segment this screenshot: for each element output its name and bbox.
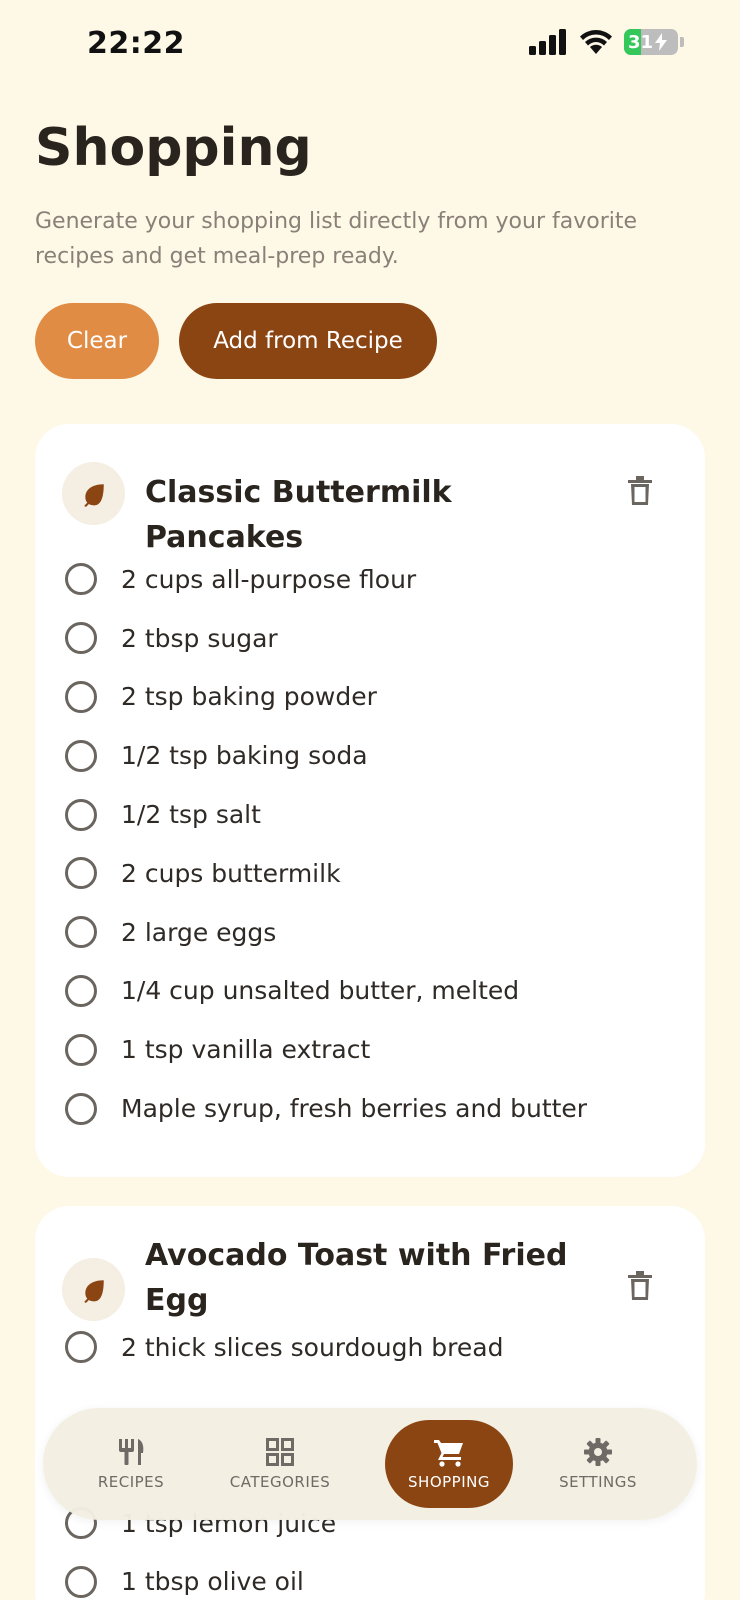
leaf-icon xyxy=(83,483,104,507)
list-item[interactable]: Maple syrup, fresh berries and butter xyxy=(65,1079,685,1138)
list-item[interactable]: 1/2 tsp salt xyxy=(65,785,685,844)
battery-nub xyxy=(680,37,684,47)
item-checkbox[interactable] xyxy=(65,916,97,949)
leaf-badge xyxy=(62,462,125,525)
add-from-recipe-button[interactable]: Add from Recipe xyxy=(179,303,437,379)
recipe-title: Avocado Toast with Fried Egg xyxy=(145,1238,568,1318)
list-item[interactable]: 2 thick slices sourdough bread xyxy=(65,1318,685,1377)
nav-label: SHOPPING xyxy=(408,1473,490,1491)
recipe-card-pancakes: Classic Buttermilk Pancakes 2 cups all-p… xyxy=(35,424,705,1177)
item-checkbox[interactable] xyxy=(65,974,97,1007)
gear-icon xyxy=(584,1438,612,1466)
item-checkbox[interactable] xyxy=(65,739,97,772)
item-checkbox[interactable] xyxy=(65,622,97,655)
item-label: 2 thick slices sourdough bread xyxy=(121,1332,504,1362)
nav-label: RECIPES xyxy=(97,1473,165,1491)
nav-item-categories[interactable]: CATEGORIES xyxy=(225,1420,335,1508)
signal-icon xyxy=(529,29,566,55)
cart-icon xyxy=(434,1440,463,1467)
item-label: 1/4 cup unsalted butter, melted xyxy=(121,976,520,1006)
list-item[interactable]: 2 large eggs xyxy=(65,903,685,962)
recipe-card-avocado-toast: Avocado Toast with Fried Egg 2 thick sli… xyxy=(35,1206,705,1600)
item-label: 2 cups all-purpose flour xyxy=(121,564,417,594)
nav-item-shopping[interactable]: SHOPPING xyxy=(385,1420,513,1508)
nav-label: SETTINGS xyxy=(559,1473,637,1491)
clear-button[interactable]: Clear xyxy=(35,303,159,379)
page-title: Shopping xyxy=(35,118,312,178)
ingredient-list: 2 cups all-purpose flour 2 tbsp sugar 2 … xyxy=(65,550,685,1138)
leaf-icon xyxy=(83,1279,104,1303)
item-label: 2 tbsp sugar xyxy=(121,623,278,653)
item-checkbox[interactable] xyxy=(65,857,97,890)
item-label: 2 large eggs xyxy=(121,917,277,947)
list-item[interactable]: 1/4 cup unsalted butter, melted xyxy=(65,962,685,1021)
fork-knife-icon xyxy=(119,1439,144,1465)
list-item[interactable]: 2 cups buttermilk xyxy=(65,844,685,903)
item-checkbox[interactable] xyxy=(65,1565,97,1598)
page-subtitle: Generate your shopping list directly fro… xyxy=(35,209,638,269)
recipe-title: Classic Buttermilk Pancakes xyxy=(145,475,452,555)
grid-icon xyxy=(266,1438,294,1466)
charging-bolt-icon xyxy=(655,33,668,51)
nav-item-settings[interactable]: SETTINGS xyxy=(548,1420,648,1508)
item-checkbox[interactable] xyxy=(65,680,97,713)
battery-icon: 31 xyxy=(624,29,678,55)
list-item[interactable]: 1 tsp vanilla extract xyxy=(65,1020,685,1079)
item-label: 1 tsp vanilla extract xyxy=(121,1035,371,1065)
list-item[interactable]: 2 tsp baking powder xyxy=(65,668,685,727)
item-checkbox[interactable] xyxy=(65,1092,97,1125)
item-label: 2 cups buttermilk xyxy=(121,858,341,888)
trash-icon[interactable] xyxy=(627,476,653,506)
item-label: 1 tbsp olive oil xyxy=(121,1567,304,1597)
list-item[interactable]: 2 tbsp sugar xyxy=(65,609,685,668)
leaf-badge xyxy=(62,1258,125,1321)
recipe-card-header: Avocado Toast with Fried Egg xyxy=(62,1238,678,1323)
item-label: 2 tsp baking powder xyxy=(121,682,377,712)
nav-item-recipes[interactable]: RECIPES xyxy=(83,1420,179,1508)
list-item[interactable]: 2 cups all-purpose flour xyxy=(65,550,685,609)
status-bar: 22:22 31 xyxy=(0,0,740,90)
item-label: 1/2 tsp salt xyxy=(121,800,261,830)
item-checkbox[interactable] xyxy=(65,798,97,831)
item-label: Maple syrup, fresh berries and butter xyxy=(121,1094,588,1124)
item-checkbox[interactable] xyxy=(65,563,97,596)
status-time: 22:22 xyxy=(87,26,185,61)
nav-label: CATEGORIES xyxy=(229,1473,331,1491)
recipe-card-header: Classic Buttermilk Pancakes xyxy=(62,462,678,560)
item-checkbox[interactable] xyxy=(65,1033,97,1066)
battery-level: 31 xyxy=(628,31,654,53)
bottom-navigation: RECIPES CATEGORIES SHOPPING SETTINGS xyxy=(43,1408,697,1520)
item-label: 1/2 tsp baking soda xyxy=(121,741,368,771)
status-icons: 31 xyxy=(528,28,684,56)
list-item[interactable]: 1 tbsp olive oil xyxy=(65,1553,685,1600)
list-item[interactable]: 1/2 tsp baking soda xyxy=(65,726,685,785)
item-checkbox[interactable] xyxy=(65,1331,97,1364)
wifi-icon xyxy=(580,30,612,54)
trash-icon[interactable] xyxy=(627,1271,653,1301)
